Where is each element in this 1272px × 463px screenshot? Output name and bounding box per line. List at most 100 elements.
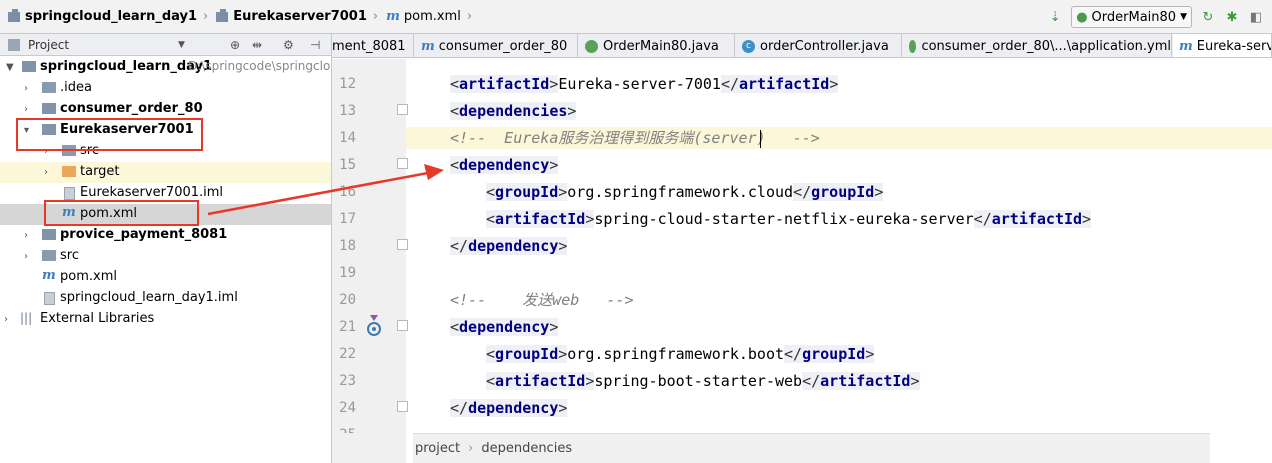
chevron-right-icon: › xyxy=(468,441,474,456)
tab-eureka-pom[interactable]: mEureka-serve xyxy=(1173,34,1272,57)
gear-icon[interactable]: ⚙ xyxy=(283,38,294,52)
chevron-right-icon: › xyxy=(466,9,473,24)
chevron-right-icon[interactable]: › xyxy=(4,314,8,325)
chevron-right-icon[interactable]: › xyxy=(24,251,28,262)
maven-icon: m xyxy=(421,38,435,54)
code-line-22: <groupId>org.springframework.boot</group… xyxy=(486,345,875,363)
fold-marker[interactable] xyxy=(397,401,408,412)
tab-ordercontroller[interactable]: c orderController.java xyxy=(736,34,902,57)
tree-item-root-iml[interactable]: springcloud_learn_day1.iml xyxy=(0,288,331,309)
line-number: 16 xyxy=(339,184,356,200)
line-number: 15 xyxy=(339,157,356,173)
module-folder-icon xyxy=(42,229,56,240)
chevron-right-icon[interactable]: › xyxy=(24,83,28,94)
chevron-down-icon: ▼ xyxy=(1180,12,1187,22)
iml-file-icon xyxy=(64,187,75,200)
navigation-bar: springcloud_learn_day1 › Eurekaserver7001… xyxy=(0,0,1272,34)
tree-item-target[interactable]: › target xyxy=(0,162,331,183)
code-line-15: <dependency> xyxy=(450,156,559,174)
tree-root[interactable]: ▼ springcloud_learn_day1 D:\springcode\s… xyxy=(0,57,331,78)
module-folder-icon xyxy=(42,103,56,114)
tree-item-external-libraries[interactable]: › ||| External Libraries xyxy=(0,309,331,330)
chevron-down-icon[interactable]: ▼ xyxy=(6,62,14,73)
fold-marker[interactable] xyxy=(397,104,408,115)
editor-breadcrumb: project › dependencies xyxy=(413,433,1210,463)
code-line-17: <artifactId>spring-cloud-starter-netflix… xyxy=(486,210,1092,228)
tab-provice-payment[interactable]: ment_8081 xyxy=(332,34,414,57)
project-panel-title[interactable]: Project xyxy=(28,38,69,52)
tab-application-yml[interactable]: consumer_order_80\...\application.yml xyxy=(903,34,1172,57)
line-number: 23 xyxy=(339,373,356,389)
tree-item-src[interactable]: › src xyxy=(0,141,331,162)
tree-item-provice-payment[interactable]: › provice_payment_8081 xyxy=(0,225,331,246)
code-line-20-comment: <!-- 发送web --> xyxy=(450,291,634,309)
module-folder-icon xyxy=(42,124,56,135)
text-cursor xyxy=(760,130,761,148)
fold-marker[interactable] xyxy=(397,239,408,250)
line-number: 13 xyxy=(339,103,356,119)
chevron-right-icon[interactable]: › xyxy=(44,146,48,157)
build-icon[interactable]: ⇣ xyxy=(1047,9,1063,25)
breadcrumb-dependencies[interactable]: dependencies xyxy=(481,441,572,456)
chevron-down-icon[interactable]: ▼ xyxy=(178,40,185,50)
breadcrumb-project[interactable]: project xyxy=(415,441,460,456)
tab-ordermain80[interactable]: OrderMain80.java xyxy=(579,34,735,57)
tree-item-eurekaserver[interactable]: ▾ Eurekaserver7001 xyxy=(0,120,331,141)
folder-icon xyxy=(42,250,56,261)
line-number: 12 xyxy=(339,76,356,92)
tree-item-root-src[interactable]: › src xyxy=(0,246,331,267)
code-line-21: <dependency> xyxy=(450,318,559,336)
tree-item-idea[interactable]: › .idea xyxy=(0,78,331,99)
line-number: 25 xyxy=(332,427,356,433)
chevron-right-icon[interactable]: › xyxy=(24,230,28,241)
code-line-13: <dependencies> xyxy=(450,102,577,120)
project-folder-icon xyxy=(8,8,20,22)
debug-icon[interactable]: ✱ xyxy=(1224,9,1240,25)
nav-crumb-file[interactable]: m pom.xml › xyxy=(378,0,472,34)
nav-crumb-project[interactable]: springcloud_learn_day1 › xyxy=(0,0,208,34)
ide-window: { "navbar": { "crumbs": ["springcloud_le… xyxy=(0,0,1272,463)
iml-file-icon xyxy=(44,292,55,305)
locate-icon[interactable]: ⊕ xyxy=(230,38,240,52)
line-number: 17 xyxy=(339,211,356,227)
code-line-14-comment: <!-- Eureka服务治理得到服务端(server) --> xyxy=(450,129,820,147)
fold-marker[interactable] xyxy=(397,320,408,331)
rerun-icon[interactable]: ↻ xyxy=(1200,9,1216,25)
line-number: 21 xyxy=(339,319,356,335)
run-toolbar: ⇣ ● OrderMain80 ▼ ↻ ✱ ◧ xyxy=(1047,0,1272,34)
maven-icon: m xyxy=(386,9,400,24)
folder-icon xyxy=(42,82,56,93)
maven-icon: m xyxy=(1179,38,1193,54)
tree-item-root-pom[interactable]: m pom.xml xyxy=(0,267,331,288)
chevron-right-icon[interactable]: › xyxy=(24,104,28,115)
line-number: 19 xyxy=(339,265,356,281)
editor-tabs: ment_8081 m consumer_order_80 OrderMain80… xyxy=(332,34,1272,58)
nav-crumb-module[interactable]: Eurekaserver7001 › xyxy=(208,0,378,34)
chevron-right-icon[interactable]: › xyxy=(44,167,48,178)
tree-item-iml[interactable]: Eurekaserver7001.iml xyxy=(0,183,331,204)
maven-icon: m xyxy=(42,268,56,283)
line-number: 24 xyxy=(339,400,356,416)
code-line-24: </dependency> xyxy=(450,399,568,417)
maven-dependency-gutter-icon[interactable] xyxy=(365,313,383,337)
project-view-icon xyxy=(8,38,20,51)
line-number: 20 xyxy=(339,292,356,308)
yaml-icon xyxy=(909,39,917,53)
project-panel-header: Project ▼ ⊕ ⇹ ⚙ ⊣ xyxy=(0,34,331,56)
chevron-down-icon[interactable]: ▾ xyxy=(24,125,29,136)
code-line-23: <artifactId>spring-boot-starter-web</art… xyxy=(486,372,920,390)
collapse-icon[interactable]: ⇹ xyxy=(252,38,262,52)
tab-consumer-order[interactable]: m consumer_order_80 xyxy=(415,34,578,57)
tree-item-pom-selected[interactable]: m pom.xml xyxy=(0,204,331,225)
stop-icon[interactable]: ◧ xyxy=(1248,9,1264,25)
line-number: 14 xyxy=(339,130,356,146)
fold-marker[interactable] xyxy=(397,158,408,169)
code-line-12: <artifactId>Eureka-server-7001</artifact… xyxy=(450,75,839,93)
library-icon: ||| xyxy=(20,311,33,325)
code-line-16: <groupId>org.springframework.cloud</grou… xyxy=(486,183,884,201)
run-config-select[interactable]: ● OrderMain80 ▼ xyxy=(1071,6,1192,28)
project-tree: ▼ springcloud_learn_day1 D:\springcode\s… xyxy=(0,56,331,463)
class-icon: c xyxy=(742,39,755,53)
tree-item-consumer-order[interactable]: › consumer_order_80 xyxy=(0,99,331,120)
hide-icon[interactable]: ⊣ xyxy=(310,38,320,52)
